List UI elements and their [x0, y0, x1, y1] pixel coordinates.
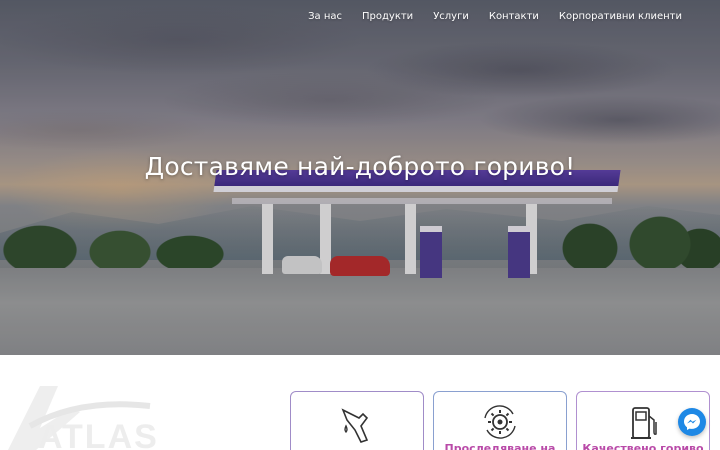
- service-card-fuel[interactable]: [290, 391, 424, 450]
- main-nav: За нас Продукти Услуги Контакти Корпорат…: [298, 9, 692, 24]
- nav-item-about[interactable]: За нас: [298, 9, 352, 24]
- service-card-tracking[interactable]: Проследяване на: [433, 391, 567, 450]
- card-label: Качествено гориво: [582, 442, 704, 450]
- nav-item-corporate-clients[interactable]: Корпоративни клиенти: [549, 9, 692, 24]
- fuel-pump-icon: [631, 407, 657, 439]
- atlas-logo-watermark: ATLAS: [8, 386, 159, 450]
- gear-refresh-icon: [484, 405, 516, 439]
- messenger-chat-button[interactable]: [678, 408, 706, 436]
- card-label: Проследяване на: [444, 442, 556, 450]
- nav-item-products[interactable]: Продукти: [352, 9, 423, 24]
- nav-item-services[interactable]: Услуги: [423, 9, 479, 24]
- hero-title: Доставяме най-доброто гориво!: [144, 152, 576, 181]
- nav-item-contacts[interactable]: Контакти: [479, 9, 549, 24]
- fuel-nozzle-icon: [341, 408, 369, 443]
- logo-text: ATLAS: [38, 418, 159, 450]
- hero-banner: Доставяме най-доброто гориво! За нас Про…: [0, 0, 720, 355]
- messenger-icon: [684, 414, 700, 430]
